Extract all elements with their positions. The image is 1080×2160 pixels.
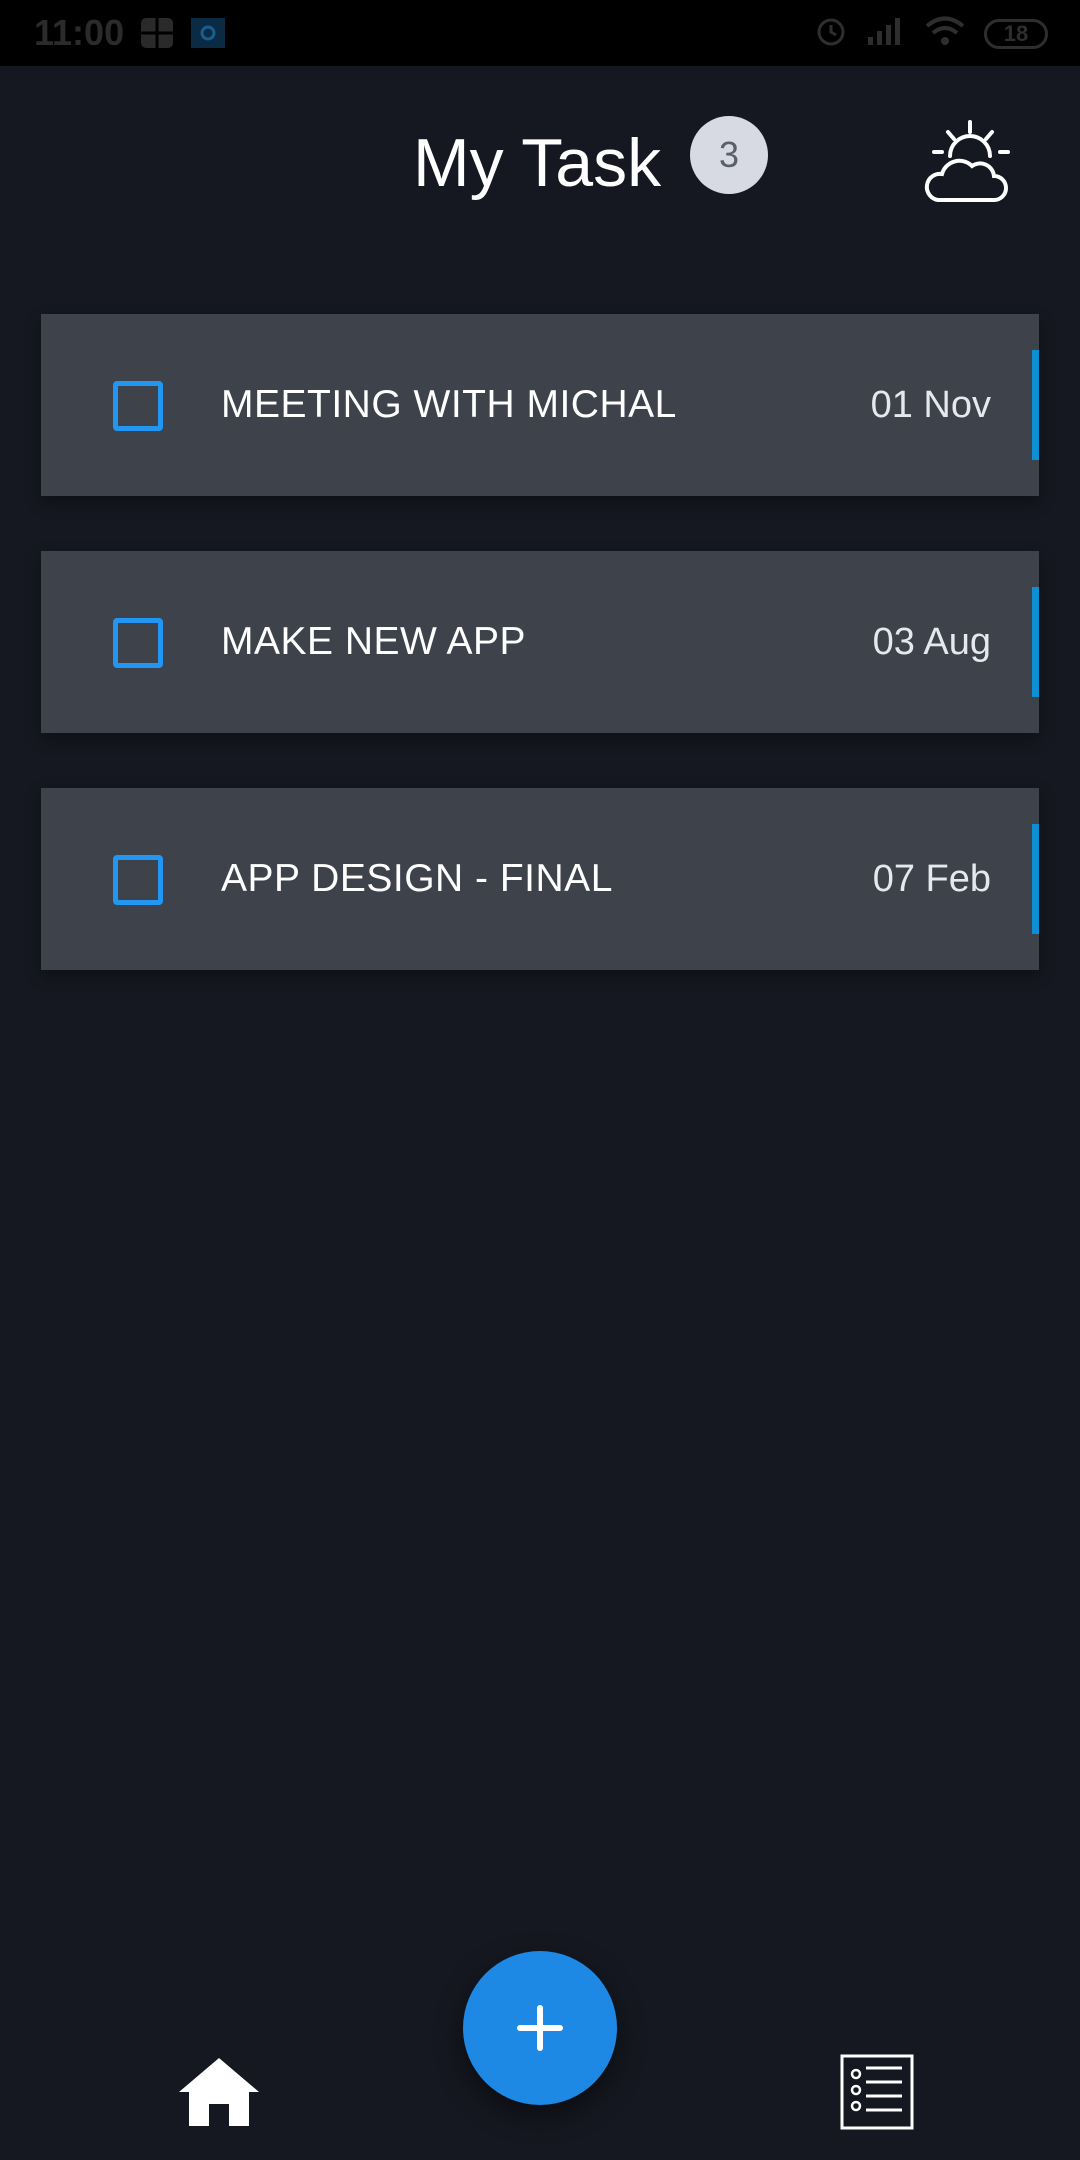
task-accent-bar (1032, 587, 1039, 697)
app-icon (190, 17, 226, 54)
task-date: 03 Aug (872, 621, 991, 663)
page-title: My Task (413, 125, 662, 201)
grid-icon (140, 17, 174, 54)
partly-cloudy-icon[interactable] (920, 116, 1014, 215)
task-count-badge: 3 (690, 116, 768, 194)
add-task-button[interactable] (463, 1951, 617, 2105)
battery-indicator: 18 (984, 18, 1048, 49)
alarm-icon (814, 14, 848, 53)
home-icon[interactable] (177, 2056, 261, 2133)
task-title: APP DESIGN - FINAL (221, 857, 613, 900)
task-accent-bar (1032, 824, 1039, 934)
wifi-icon (924, 15, 966, 52)
task-date: 07 Feb (872, 858, 991, 900)
task-list: MEETING WITH MICHAL 01 Nov MAKE NEW APP … (41, 314, 1039, 1025)
signal-icon (866, 15, 906, 52)
task-checkbox[interactable] (113, 381, 163, 431)
status-bar: 11:00 18 (0, 0, 1080, 66)
status-time: 11:00 (34, 12, 125, 53)
task-list-icon[interactable] (840, 2054, 914, 2135)
header: My Task 3 (0, 66, 1080, 266)
task-title: MEETING WITH MICHAL (221, 383, 677, 426)
task-item[interactable]: APP DESIGN - FINAL 07 Feb (41, 788, 1039, 970)
task-checkbox[interactable] (113, 618, 163, 668)
plus-icon (517, 2005, 563, 2051)
task-checkbox[interactable] (113, 855, 163, 905)
task-title: MAKE NEW APP (221, 620, 527, 663)
task-item[interactable]: MEETING WITH MICHAL 01 Nov (41, 314, 1039, 496)
task-accent-bar (1032, 350, 1039, 460)
task-item[interactable]: MAKE NEW APP 03 Aug (41, 551, 1039, 733)
task-date: 01 Nov (870, 384, 991, 426)
